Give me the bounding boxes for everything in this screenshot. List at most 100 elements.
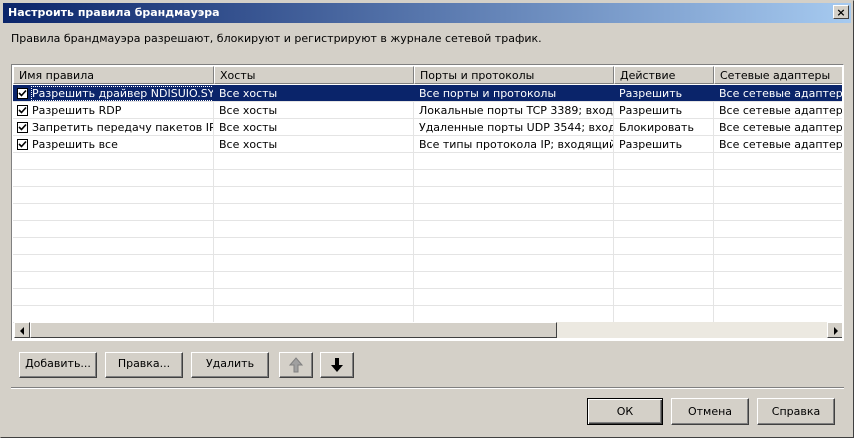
empty-row [13,272,842,289]
empty-cell [414,255,614,271]
rule-name-label: Разрешить драйвер NDISUIO.SYS [30,86,213,101]
adapters-cell: Все сетевые адаптеры [714,119,842,135]
add-button[interactable]: Добавить... [19,352,97,378]
empty-row [13,289,842,306]
edit-button-label: Правка... [117,357,171,370]
rule-enabled-checkbox[interactable] [17,122,28,133]
empty-cell [214,153,414,169]
ports-cell: Локальные порты TCP 3389; входя... [414,102,614,118]
rule-name-cell: Разрешить RDP [13,102,214,118]
close-button[interactable]: × [833,5,849,19]
empty-cell [13,153,214,169]
empty-cell [714,221,842,237]
empty-cell [414,170,614,186]
empty-cell [714,153,842,169]
table-row[interactable]: Разрешить драйвер NDISUIO.SYS Все хосты Вс… [13,85,842,102]
hosts-cell: Все хосты [214,136,414,152]
action-cell: Разрешить [614,102,714,118]
rule-enabled-checkbox[interactable] [17,88,28,99]
adapters-cell: Все сетевые адаптеры [714,102,842,118]
arrow-down-icon [331,358,343,372]
edit-button[interactable]: Правка... [105,352,183,378]
firewall-rules-dialog: Настроить правила брандмауэра × Правила … [0,0,854,438]
empty-row [13,255,842,272]
empty-cell [414,238,614,254]
move-up-button[interactable] [279,352,313,378]
separator [11,387,844,389]
adapters-cell: Все сетевые адаптеры [714,85,842,101]
cancel-button[interactable]: Отмена [671,398,749,425]
rule-name-cell: Разрешить все [13,136,214,152]
ports-cell: Все порты и протоколы [414,85,614,101]
scroll-right-button[interactable] [827,322,842,338]
empty-row [13,238,842,255]
empty-cell [714,170,842,186]
checkmark-icon [18,89,27,97]
action-cell: Разрешить [614,136,714,152]
empty-cell [714,255,842,271]
empty-cell [13,306,214,322]
rules-list[interactable]: Имя правила Хосты Порты и протоколы Дейс… [11,64,844,341]
rule-enabled-checkbox[interactable] [17,139,28,150]
horizontal-scrollbar[interactable] [14,322,842,338]
empty-cell [714,272,842,288]
checkmark-icon [18,106,27,114]
empty-cell [614,306,714,322]
column-header-name[interactable]: Имя правила [13,66,214,84]
empty-cell [414,289,614,305]
move-down-button[interactable] [320,352,354,378]
delete-button[interactable]: Удалить [191,352,269,378]
empty-cell [614,255,714,271]
empty-cell [714,204,842,220]
column-header-adapters[interactable]: Сетевые адаптеры [714,66,842,84]
empty-row [13,170,842,187]
table-row[interactable]: Разрешить все Все хосты Все типы протокола… [13,136,842,153]
empty-cell [414,187,614,203]
scroll-left-button[interactable] [14,322,30,338]
empty-cell [13,238,214,254]
empty-cell [414,204,614,220]
empty-cell [614,238,714,254]
empty-cell [614,289,714,305]
help-button[interactable]: Справка [757,398,835,425]
add-button-label: Добавить... [25,357,91,370]
title-bar[interactable]: Настроить правила брандмауэра × [3,3,851,23]
empty-cell [214,306,414,322]
empty-cell [214,255,414,271]
ports-cell: Все типы протокола IP; входящий ... [414,136,614,152]
action-cell: Разрешить [614,85,714,101]
empty-cell [13,170,214,186]
empty-cell [13,204,214,220]
description-text: Правила брандмауэра разрешают, блокируют… [11,32,542,45]
table-row[interactable]: Запретить передачу пакетов IPv... Все хос… [13,119,842,136]
list-rows: Разрешить драйвер NDISUIO.SYS Все хосты Вс… [13,85,842,323]
dialog-title: Настроить правила брандмауэра [8,6,220,19]
action-cell: Блокировать [614,119,714,135]
delete-button-label: Удалить [205,357,255,370]
empty-cell [614,170,714,186]
rule-name-label: Запретить передачу пакетов IPv... [32,121,214,134]
empty-cell [414,272,614,288]
column-header-hosts[interactable]: Хосты [214,66,414,84]
empty-cell [714,306,842,322]
help-button-label: Справка [771,405,821,418]
arrow-left-icon [20,327,24,335]
empty-cell [714,187,842,203]
empty-cell [13,289,214,305]
ok-button[interactable]: ОК [587,398,663,425]
empty-cell [13,272,214,288]
adapters-cell: Все сетевые адаптеры [714,136,842,152]
empty-row [13,187,842,204]
hosts-cell: Все хосты [214,102,414,118]
empty-cell [214,204,414,220]
column-header-action[interactable]: Действие [614,66,714,84]
empty-cell [614,153,714,169]
empty-cell [214,272,414,288]
column-header-ports[interactable]: Порты и протоколы [414,66,614,84]
scrollbar-thumb[interactable] [30,322,557,338]
empty-cell [13,187,214,203]
empty-cell [13,255,214,271]
table-row[interactable]: Разрешить RDP Все хосты Локальные порты TC… [13,102,842,119]
rule-enabled-checkbox[interactable] [17,105,28,116]
empty-row [13,204,842,221]
